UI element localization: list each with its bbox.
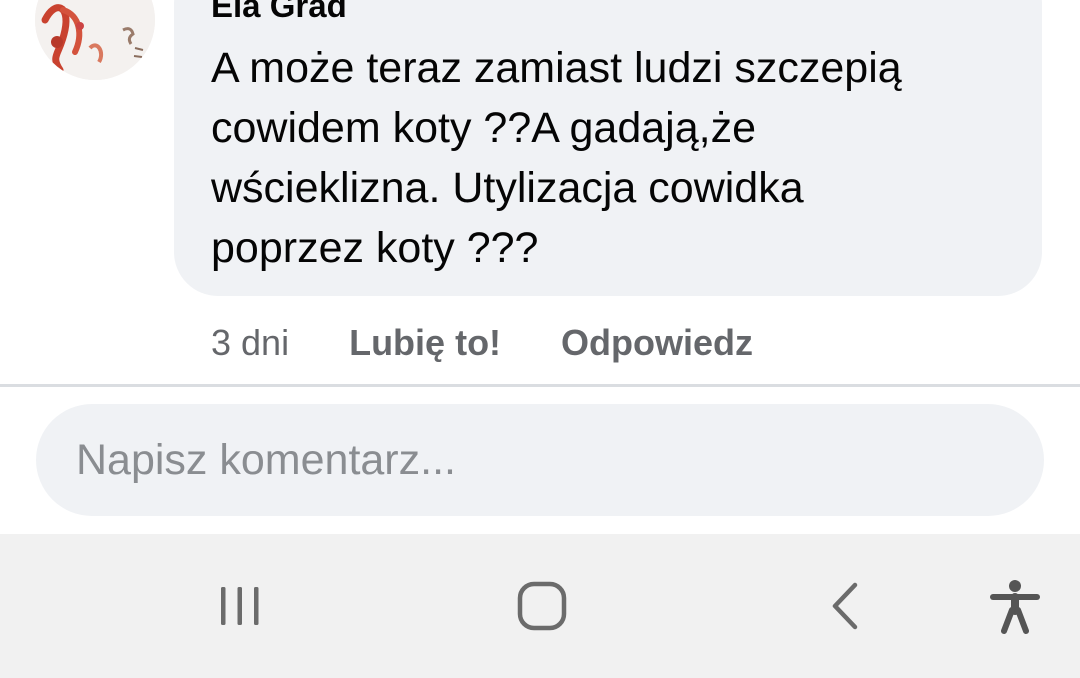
comment-timestamp[interactable]: 3 dni: [211, 322, 289, 364]
back-icon: [832, 582, 858, 630]
comment-text-line: A może teraz zamiast ludzi szczepią: [211, 44, 902, 92]
comment-input[interactable]: [74, 434, 1018, 486]
accessibility-icon: [990, 580, 1040, 634]
recent-apps-button[interactable]: [200, 566, 280, 646]
screen: Ela Grad A może teraz zamiast ludzi szcz…: [0, 0, 1080, 678]
system-nav-bar: [0, 534, 1080, 678]
accessibility-button[interactable]: [975, 566, 1055, 646]
divider: [0, 384, 1080, 387]
comment-text-line: poprzez koty ???: [211, 224, 539, 272]
comment-text-line: cowidem koty ??A gadają,że: [211, 104, 756, 152]
recent-apps-icon: [221, 587, 259, 625]
comment-actions: 3 dni Lubię to! Odpowiedz: [211, 318, 813, 368]
home-icon: [517, 581, 567, 631]
home-button[interactable]: [502, 566, 582, 646]
back-button[interactable]: [806, 566, 886, 646]
like-button[interactable]: Lubię to!: [349, 322, 501, 364]
comment-text: A może teraz zamiast ludzi szczepią cowi…: [211, 38, 1011, 278]
avatar[interactable]: [35, 0, 155, 80]
comment-author[interactable]: Ela Grad: [211, 0, 347, 26]
avatar-image: [35, 0, 155, 80]
comment-composer[interactable]: [36, 404, 1044, 516]
comment-text-line: wścieklizna. Utylizacja cowidka: [211, 164, 804, 212]
reply-button[interactable]: Odpowiedz: [561, 322, 753, 364]
